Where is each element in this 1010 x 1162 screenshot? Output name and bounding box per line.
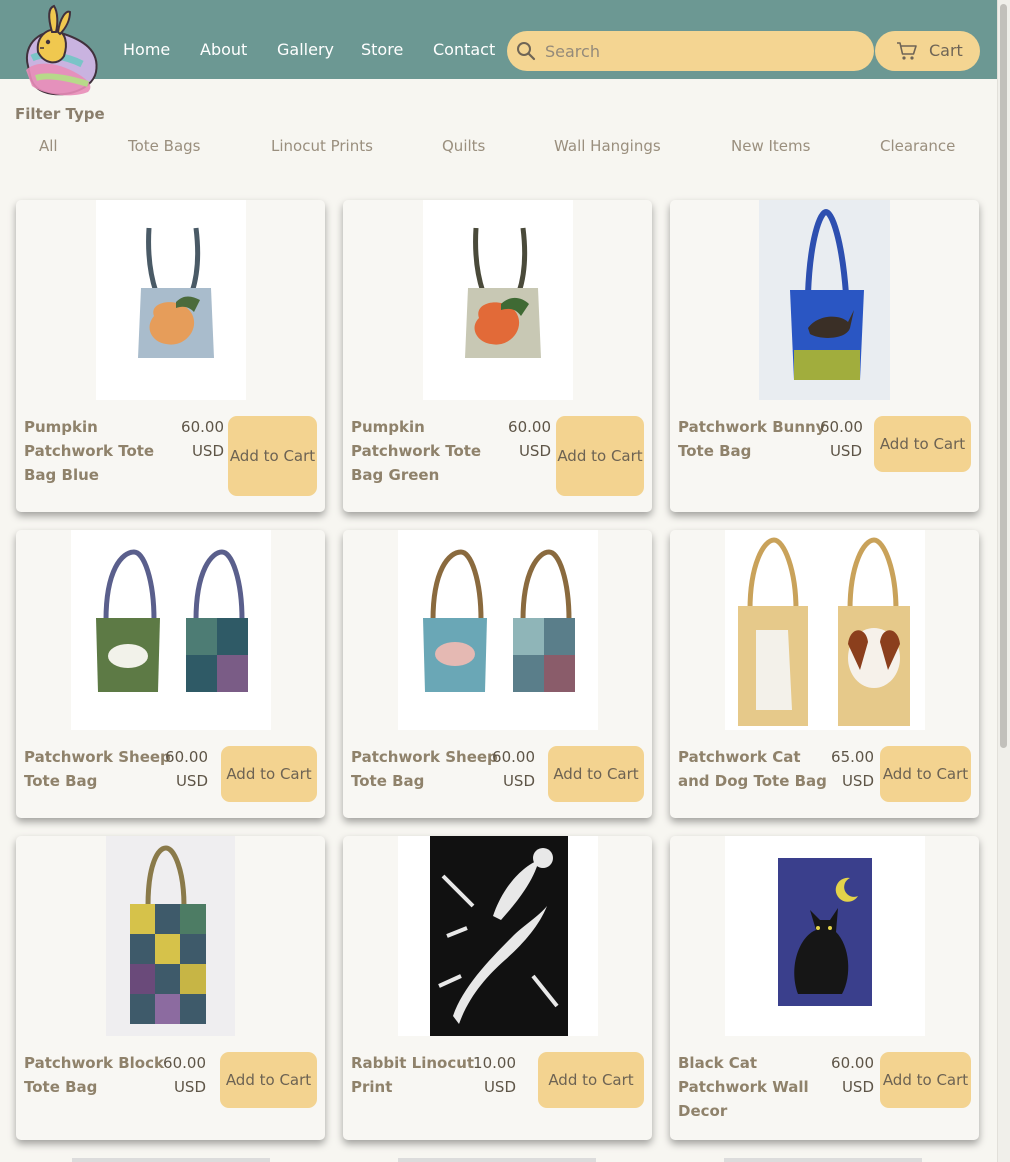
add-to-cart-button[interactable]: Add to Cart xyxy=(538,1052,644,1108)
cart-icon xyxy=(897,42,917,60)
product-price: 60.00 USD xyxy=(492,748,535,790)
nav-contact[interactable]: Contact xyxy=(433,40,495,60)
cart-label: Cart xyxy=(929,41,963,60)
next-row-cards xyxy=(0,1158,997,1162)
product-card[interactable]: Rabbit Linocut Print 10.00 USD Add to Ca… xyxy=(343,836,652,1140)
nav-gallery[interactable]: Gallery xyxy=(277,40,334,60)
product-name[interactable]: Patchwork Bunny Tote Bag xyxy=(678,415,828,463)
add-to-cart-button[interactable]: Add to Cart xyxy=(221,746,317,802)
product-price: 65.00 USD xyxy=(831,748,874,790)
product-card[interactable]: Pumpkin Patchwork Tote Bag Blue 60.00 US… xyxy=(16,200,325,512)
product-image[interactable] xyxy=(670,530,979,730)
product-image[interactable] xyxy=(670,200,979,400)
product-image[interactable] xyxy=(16,836,325,1036)
add-to-cart-button[interactable]: Add to Cart xyxy=(880,1052,971,1108)
add-to-cart-button[interactable]: Add to Cart xyxy=(556,416,644,496)
product-image[interactable] xyxy=(343,530,652,730)
add-to-cart-button[interactable]: Add to Cart xyxy=(220,1052,317,1108)
product-image[interactable] xyxy=(343,200,652,400)
search-bar[interactable] xyxy=(507,31,874,71)
product-price: 60.00 USD xyxy=(165,748,208,790)
product-price: 60.00 USD xyxy=(181,418,224,460)
cart-button[interactable]: Cart xyxy=(875,31,980,71)
add-to-cart-button[interactable]: Add to Cart xyxy=(880,746,971,802)
nav-store[interactable]: Store xyxy=(361,40,403,60)
search-icon xyxy=(517,42,536,61)
filter-all[interactable]: All xyxy=(39,137,58,155)
nav-about[interactable]: About xyxy=(200,40,247,60)
product-name[interactable]: Patchwork Cat and Dog Tote Bag xyxy=(678,745,828,793)
add-to-cart-button[interactable]: Add to Cart xyxy=(548,746,644,802)
product-name[interactable]: Black Cat Patchwork Wall Decor xyxy=(678,1051,818,1123)
product-price: 60.00 USD xyxy=(163,1054,206,1096)
product-name[interactable]: Rabbit Linocut Print xyxy=(351,1051,476,1099)
add-to-cart-button[interactable]: Add to Cart xyxy=(874,416,971,472)
filter-title: Filter Type xyxy=(15,105,105,123)
add-to-cart-button[interactable]: Add to Cart xyxy=(228,416,317,496)
scrollbar-thumb[interactable] xyxy=(1000,4,1007,748)
product-card[interactable]: Patchwork Bunny Tote Bag 60.00 USD Add t… xyxy=(670,200,979,512)
product-image[interactable] xyxy=(343,836,652,1036)
product-name[interactable]: Patchwork Block Tote Bag xyxy=(24,1051,164,1099)
product-name[interactable]: Patchwork Sheep Tote Bag xyxy=(351,745,501,793)
product-card[interactable]: Black Cat Patchwork Wall Decor 60.00 USD… xyxy=(670,836,979,1140)
product-price: 60.00 USD xyxy=(508,418,551,460)
filter-new-items[interactable]: New Items xyxy=(731,137,810,155)
filter-tote-bags[interactable]: Tote Bags xyxy=(128,137,201,155)
product-name[interactable]: Pumpkin Patchwork Tote Bag Green xyxy=(351,415,511,487)
nav-home[interactable]: Home xyxy=(123,40,170,60)
product-card[interactable]: Patchwork Cat and Dog Tote Bag 65.00 USD… xyxy=(670,530,979,818)
search-input[interactable] xyxy=(545,31,865,71)
product-image[interactable] xyxy=(16,200,325,400)
product-card[interactable]: Pumpkin Patchwork Tote Bag Green 60.00 U… xyxy=(343,200,652,512)
filter-linocut-prints[interactable]: Linocut Prints xyxy=(271,137,373,155)
filter-quilts[interactable]: Quilts xyxy=(442,137,485,155)
product-card[interactable]: Patchwork Block Tote Bag 60.00 USD Add t… xyxy=(16,836,325,1140)
filter-clearance[interactable]: Clearance xyxy=(880,137,955,155)
product-card[interactable]: Patchwork Sheep Tote Bag 60.00 USD Add t… xyxy=(343,530,652,818)
product-price: 10.00 USD xyxy=(473,1054,516,1096)
filter-wall-hangings[interactable]: Wall Hangings xyxy=(554,137,661,155)
product-name[interactable]: Pumpkin Patchwork Tote Bag Blue xyxy=(24,415,184,487)
product-name[interactable]: Patchwork Sheep Tote Bag xyxy=(24,745,174,793)
product-card[interactable]: Patchwork Sheep Tote Bag 60.00 USD Add t… xyxy=(16,530,325,818)
product-price: 60.00 USD xyxy=(831,1054,874,1096)
rabbit-logo-icon[interactable] xyxy=(18,4,102,100)
product-image[interactable] xyxy=(16,530,325,730)
site-header: Home About Gallery Store Contact Cart xyxy=(0,0,997,96)
product-price: 60.00 USD xyxy=(820,418,863,460)
product-image[interactable] xyxy=(670,836,979,1036)
